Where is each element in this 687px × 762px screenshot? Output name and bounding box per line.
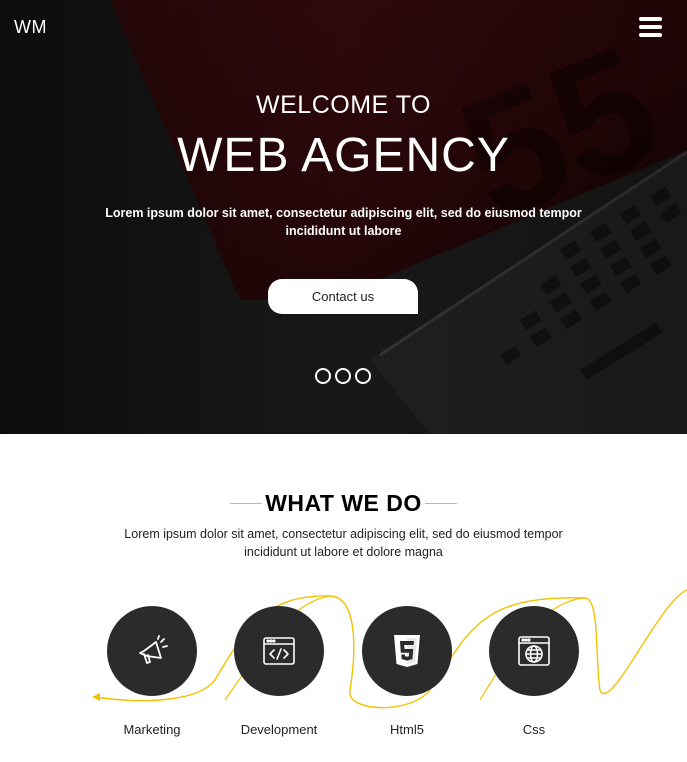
- service-marketing-label: Marketing: [123, 722, 181, 737]
- service-css-circle[interactable]: [489, 606, 579, 696]
- section-description: Lorem ipsum dolor sit amet, consectetur …: [124, 527, 563, 559]
- service-marketing-circle[interactable]: [107, 606, 197, 696]
- slider-dot-3[interactable]: [355, 368, 371, 384]
- title-right-line: [425, 503, 457, 504]
- slider-dot-1[interactable]: [315, 368, 331, 384]
- service-html5-circle[interactable]: [362, 606, 452, 696]
- site-logo[interactable]: WM: [14, 17, 47, 38]
- globe-window-icon: [518, 636, 550, 666]
- slider-dots: [315, 368, 371, 385]
- html5-icon: [394, 635, 420, 667]
- service-development-label: Development: [240, 722, 318, 737]
- hero-title: WEB AGENCY: [177, 129, 510, 182]
- contact-us-button[interactable]: Contact us: [268, 279, 418, 314]
- service-html5-label: Html5: [390, 722, 424, 737]
- section-title: WHAT WE DO: [265, 490, 422, 516]
- megaphone-icon: [139, 635, 168, 664]
- hero-subtitle: WELCOME TO: [256, 91, 431, 119]
- slider-dot-2[interactable]: [335, 368, 351, 384]
- hero-description: Lorem ipsum dolor sit amet, consectetur …: [105, 206, 582, 238]
- section-header: WHAT WE DO: [0, 490, 687, 518]
- service-css-label: Css: [522, 722, 546, 737]
- decorative-wave-line: [92, 589, 687, 709]
- hero-banner: 55 WM WELCOME TO WEB AGENCY Lorem ipsum …: [0, 0, 687, 434]
- service-development-circle[interactable]: [234, 606, 324, 696]
- code-window-icon: [263, 637, 295, 665]
- hamburger-menu-icon[interactable]: [639, 17, 662, 39]
